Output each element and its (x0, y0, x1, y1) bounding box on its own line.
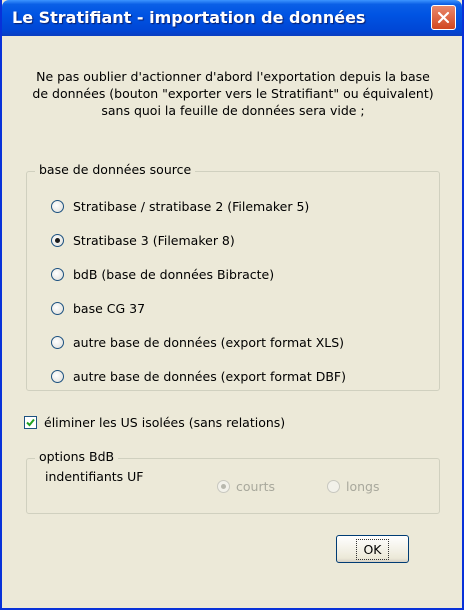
radio-button[interactable] (51, 199, 64, 213)
eliminate-isolated-us-checkbox[interactable] (24, 416, 37, 429)
radio-label: autre base de données (export format XLS… (73, 334, 345, 350)
radio-button[interactable] (51, 335, 64, 349)
radio-option-dbf[interactable]: autre base de données (export format DBF… (51, 366, 346, 386)
radio-label: base CG 37 (73, 300, 146, 316)
source-database-group: base de données source Stratibase / stra… (26, 162, 440, 391)
import-dialog: Le Stratifiant - importation de données … (0, 0, 464, 610)
ok-label: OK (356, 538, 389, 560)
radio-label: autre base de données (export format DBF… (73, 368, 346, 384)
eliminate-isolated-us-option[interactable]: éliminer les US isolées (sans relations) (24, 415, 285, 430)
bdb-options-legend: options BdB (35, 449, 119, 464)
radio-button[interactable] (51, 267, 64, 281)
close-icon (437, 11, 450, 24)
identifiers-label: indentifiants UF (45, 469, 144, 484)
intro-line: sans quoi la feuille de données sera vid… (101, 103, 365, 118)
bdb-options-group: options BdB indentifiants UF courts long… (26, 449, 440, 514)
radio-label: Stratibase 3 (Filemaker 8) (73, 232, 235, 248)
radio-option-bdb[interactable]: bdB (base de données Bibracte) (51, 264, 274, 284)
radio-button[interactable] (327, 479, 340, 493)
radio-label: Stratibase / stratibase 2 (Filemaker 5) (73, 198, 310, 214)
checkmark-icon (26, 418, 35, 427)
radio-label: courts (236, 478, 275, 494)
checkbox-label: éliminer les US isolées (sans relations) (44, 415, 286, 430)
title-bar[interactable]: Le Stratifiant - importation de données (2, 0, 462, 36)
radio-option-stratibase-3[interactable]: Stratibase 3 (Filemaker 8) (51, 230, 235, 250)
radio-option-xls[interactable]: autre base de données (export format XLS… (51, 332, 344, 352)
radio-option-longs[interactable]: longs (327, 476, 380, 496)
radio-option-stratibase[interactable]: Stratibase / stratibase 2 (Filemaker 5) (51, 196, 309, 216)
radio-button[interactable] (51, 369, 64, 383)
radio-label: bdB (base de données Bibracte) (73, 266, 275, 282)
close-button[interactable] (431, 5, 456, 30)
radio-option-courts[interactable]: courts (217, 476, 275, 496)
intro-text: Ne pas oublier d'actionner d'abord l'exp… (10, 68, 456, 119)
intro-line: de données (bouton "exporter vers le Str… (32, 86, 434, 101)
intro-line: Ne pas oublier d'actionner d'abord l'exp… (36, 69, 430, 84)
radio-button-selected[interactable] (217, 479, 230, 493)
ok-button[interactable]: OK (336, 535, 409, 563)
radio-button-selected[interactable] (51, 233, 64, 247)
radio-option-cg37[interactable]: base CG 37 (51, 298, 145, 318)
window-title: Le Stratifiant - importation de données (12, 8, 366, 27)
radio-label: longs (346, 478, 380, 494)
radio-button[interactable] (51, 301, 64, 315)
source-group-legend: base de données source (35, 162, 196, 177)
